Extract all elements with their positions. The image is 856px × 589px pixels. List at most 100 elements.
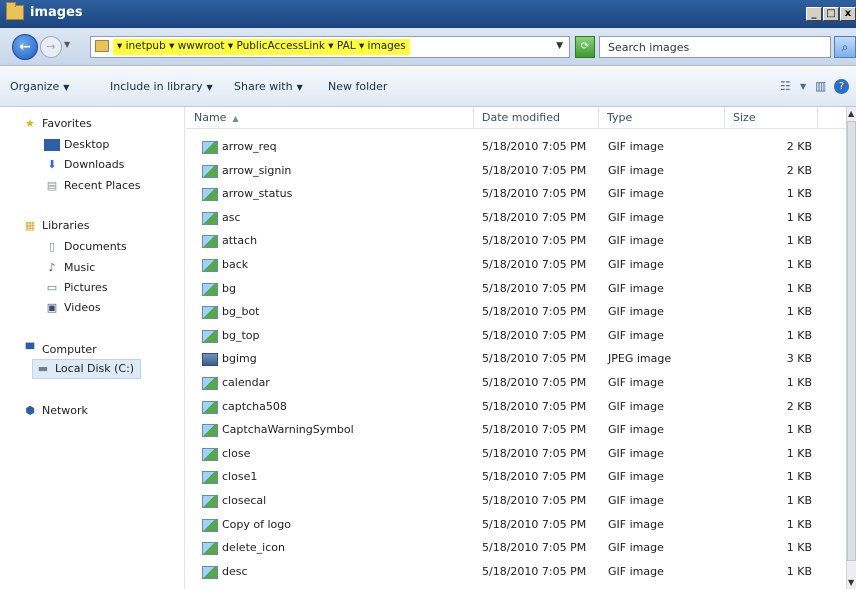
file-name-cell[interactable]: bg_bot [202, 305, 260, 319]
file-size: 1 KB [786, 470, 812, 483]
column-header-date-modified[interactable]: Date modified [474, 107, 599, 129]
preview-pane-icon[interactable]: ▥ [815, 79, 826, 93]
column-header-type[interactable]: Type [599, 107, 725, 129]
navigation-pane: ★ Favorites Desktop ⬇ Downloads ▤ Recent Pl… [0, 107, 185, 589]
sidebar-item-documents[interactable]: ▯ Documents [44, 240, 127, 254]
gif-file-icon [202, 329, 218, 343]
search-icon[interactable]: ⌕ [834, 36, 856, 58]
file-row[interactable]: bg_top 5/18/2010 7:05 PM GIF image 1 KB [186, 325, 846, 348]
file-name-cell[interactable]: arrow_signin [202, 164, 291, 178]
file-row[interactable]: bgimg 5/18/2010 7:05 PM JPEG image 3 KB [186, 348, 846, 371]
file-name: arrow_status [222, 187, 293, 200]
sidebar-item-label: Recent Places [64, 179, 141, 192]
file-date-modified: 5/18/2010 7:05 PM [482, 423, 587, 436]
refresh-button[interactable]: ⟳ [575, 36, 595, 58]
help-icon[interactable]: ? [834, 79, 849, 94]
file-name-cell[interactable]: asc [202, 211, 241, 225]
column-header-name[interactable]: Name ▲ [186, 107, 474, 129]
file-name-cell[interactable]: desc [202, 565, 248, 579]
maximize-button[interactable]: □ [823, 7, 839, 21]
folder-icon [6, 2, 24, 20]
file-name-cell[interactable]: close1 [202, 470, 257, 484]
file-name-cell[interactable]: captcha508 [202, 400, 287, 414]
scroll-up-icon[interactable]: ▲ [848, 109, 854, 118]
organize-menu[interactable]: Organize ▼ [10, 80, 69, 93]
address-bar[interactable]: ▾ inetpub ▾ wwwroot ▾ PublicAccessLink ▾… [90, 36, 570, 58]
file-name-cell[interactable]: close [202, 447, 250, 461]
file-date-modified: 5/18/2010 7:05 PM [482, 140, 587, 153]
file-name-cell[interactable]: closecal [202, 494, 266, 508]
gif-file-icon [202, 470, 218, 484]
sidebar-item-local-disk[interactable]: ▬ Local Disk (C:) [32, 359, 142, 379]
file-row[interactable]: close1 5/18/2010 7:05 PM GIF image 1 KB [186, 466, 846, 489]
recent-pages-dropdown[interactable]: ▼ [64, 40, 70, 49]
scrollbar-thumb[interactable] [847, 121, 856, 561]
sidebar-item-label: Local Disk (C:) [55, 362, 135, 375]
file-row[interactable]: bg 5/18/2010 7:05 PM GIF image 1 KB [186, 278, 846, 301]
sidebar-item-pictures[interactable]: ▭ Pictures [44, 281, 108, 295]
file-type: GIF image [608, 258, 664, 271]
file-name: attach [222, 234, 258, 247]
file-name-cell[interactable]: CaptchaWarningSymbol [202, 423, 354, 437]
file-row[interactable]: closecal 5/18/2010 7:05 PM GIF image 1 KB [186, 490, 846, 513]
sidebar-item-desktop[interactable]: Desktop [44, 138, 109, 151]
file-row[interactable]: arrow_status 5/18/2010 7:05 PM GIF image 1 … [186, 183, 846, 206]
minimize-button[interactable]: _ [806, 7, 822, 21]
sidebar-item-music[interactable]: ♪ Music [44, 261, 95, 275]
file-row[interactable]: close 5/18/2010 7:05 PM GIF image 1 KB [186, 443, 846, 466]
file-row[interactable]: arrow_req 5/18/2010 7:05 PM GIF image 2 KB [186, 136, 846, 159]
breadcrumb[interactable]: ▾ inetpub ▾ wwwroot ▾ PublicAccessLink ▾… [113, 39, 410, 55]
file-name-cell[interactable]: bg_top [202, 329, 260, 343]
file-row[interactable]: arrow_signin 5/18/2010 7:05 PM GIF image 2 … [186, 160, 846, 183]
file-name: Copy of logo [222, 518, 291, 531]
file-name-cell[interactable]: arrow_status [202, 187, 292, 201]
pictures-icon: ▭ [46, 281, 58, 294]
file-name-cell[interactable]: attach [202, 234, 257, 248]
sidebar-item-downloads[interactable]: ⬇ Downloads [44, 158, 124, 172]
sort-ascending-icon: ▲ [232, 114, 239, 123]
sidebar-item-recent-places[interactable]: ▤ Recent Places [44, 179, 141, 193]
column-header-size[interactable]: Size [725, 107, 818, 129]
file-date-modified: 5/18/2010 7:05 PM [482, 494, 587, 507]
sidebar-item-network[interactable]: ⬢ Network [22, 404, 88, 418]
close-button[interactable]: x [840, 7, 856, 21]
videos-icon: ▣ [46, 301, 58, 314]
file-name-cell[interactable]: delete_icon [202, 541, 285, 555]
file-name-cell[interactable]: bgimg [202, 352, 257, 366]
file-row[interactable]: Copy of logo 5/18/2010 7:05 PM GIF image 1 … [186, 514, 846, 537]
file-name-cell[interactable]: bg [202, 282, 236, 296]
sidebar-item-libraries[interactable]: ▦ Libraries [22, 219, 90, 233]
file-name-cell[interactable]: arrow_req [202, 140, 277, 154]
file-row[interactable]: calendar 5/18/2010 7:05 PM GIF image 1 KB [186, 372, 846, 395]
file-row[interactable]: CaptchaWarningSymbol 5/18/2010 7:05 PM GIF… [186, 419, 846, 442]
file-row[interactable]: bg_bot 5/18/2010 7:05 PM GIF image 1 KB [186, 301, 846, 324]
chevron-down-icon[interactable]: ▼ [800, 82, 806, 91]
file-row[interactable]: back 5/18/2010 7:05 PM GIF image 1 KB [186, 254, 846, 277]
search-input[interactable]: Search images [599, 36, 831, 58]
file-name-cell[interactable]: Copy of logo [202, 518, 291, 532]
file-name-cell[interactable]: back [202, 258, 248, 272]
sidebar-item-favorites[interactable]: ★ Favorites [22, 117, 92, 131]
share-with-menu[interactable]: Share with ▼ [234, 80, 303, 93]
file-row[interactable]: delete_icon 5/18/2010 7:05 PM GIF image 1 K… [186, 537, 846, 560]
vertical-scrollbar[interactable]: ▲ ▼ [846, 107, 856, 589]
file-name: arrow_req [222, 140, 277, 153]
sidebar-item-videos[interactable]: ▣ Videos [44, 301, 101, 315]
view-options-icon[interactable]: ☷ [780, 79, 791, 93]
file-name-cell[interactable]: calendar [202, 376, 270, 390]
sidebar-item-computer[interactable]: ▀ Computer [22, 343, 97, 357]
include-in-library-menu[interactable]: Include in library ▼ [110, 80, 213, 93]
scroll-down-icon[interactable]: ▼ [848, 578, 854, 587]
address-history-dropdown[interactable]: ▼ [556, 41, 563, 51]
search-placeholder: Search images [608, 41, 690, 54]
new-folder-button[interactable]: New folder [328, 80, 387, 93]
file-row[interactable]: asc 5/18/2010 7:05 PM GIF image 1 KB [186, 207, 846, 230]
back-button[interactable]: ← [12, 34, 38, 60]
column-header-row: Name ▲ Date modified Type Size [186, 107, 846, 129]
file-row[interactable]: desc 5/18/2010 7:05 PM GIF image 1 KB [186, 561, 846, 584]
forward-button[interactable]: → [40, 36, 62, 58]
gif-file-icon [202, 565, 218, 579]
file-row[interactable]: captcha508 5/18/2010 7:05 PM GIF image 2 KB [186, 396, 846, 419]
file-row[interactable]: attach 5/18/2010 7:05 PM GIF image 1 KB [186, 230, 846, 253]
sidebar-item-label: Pictures [64, 281, 108, 294]
